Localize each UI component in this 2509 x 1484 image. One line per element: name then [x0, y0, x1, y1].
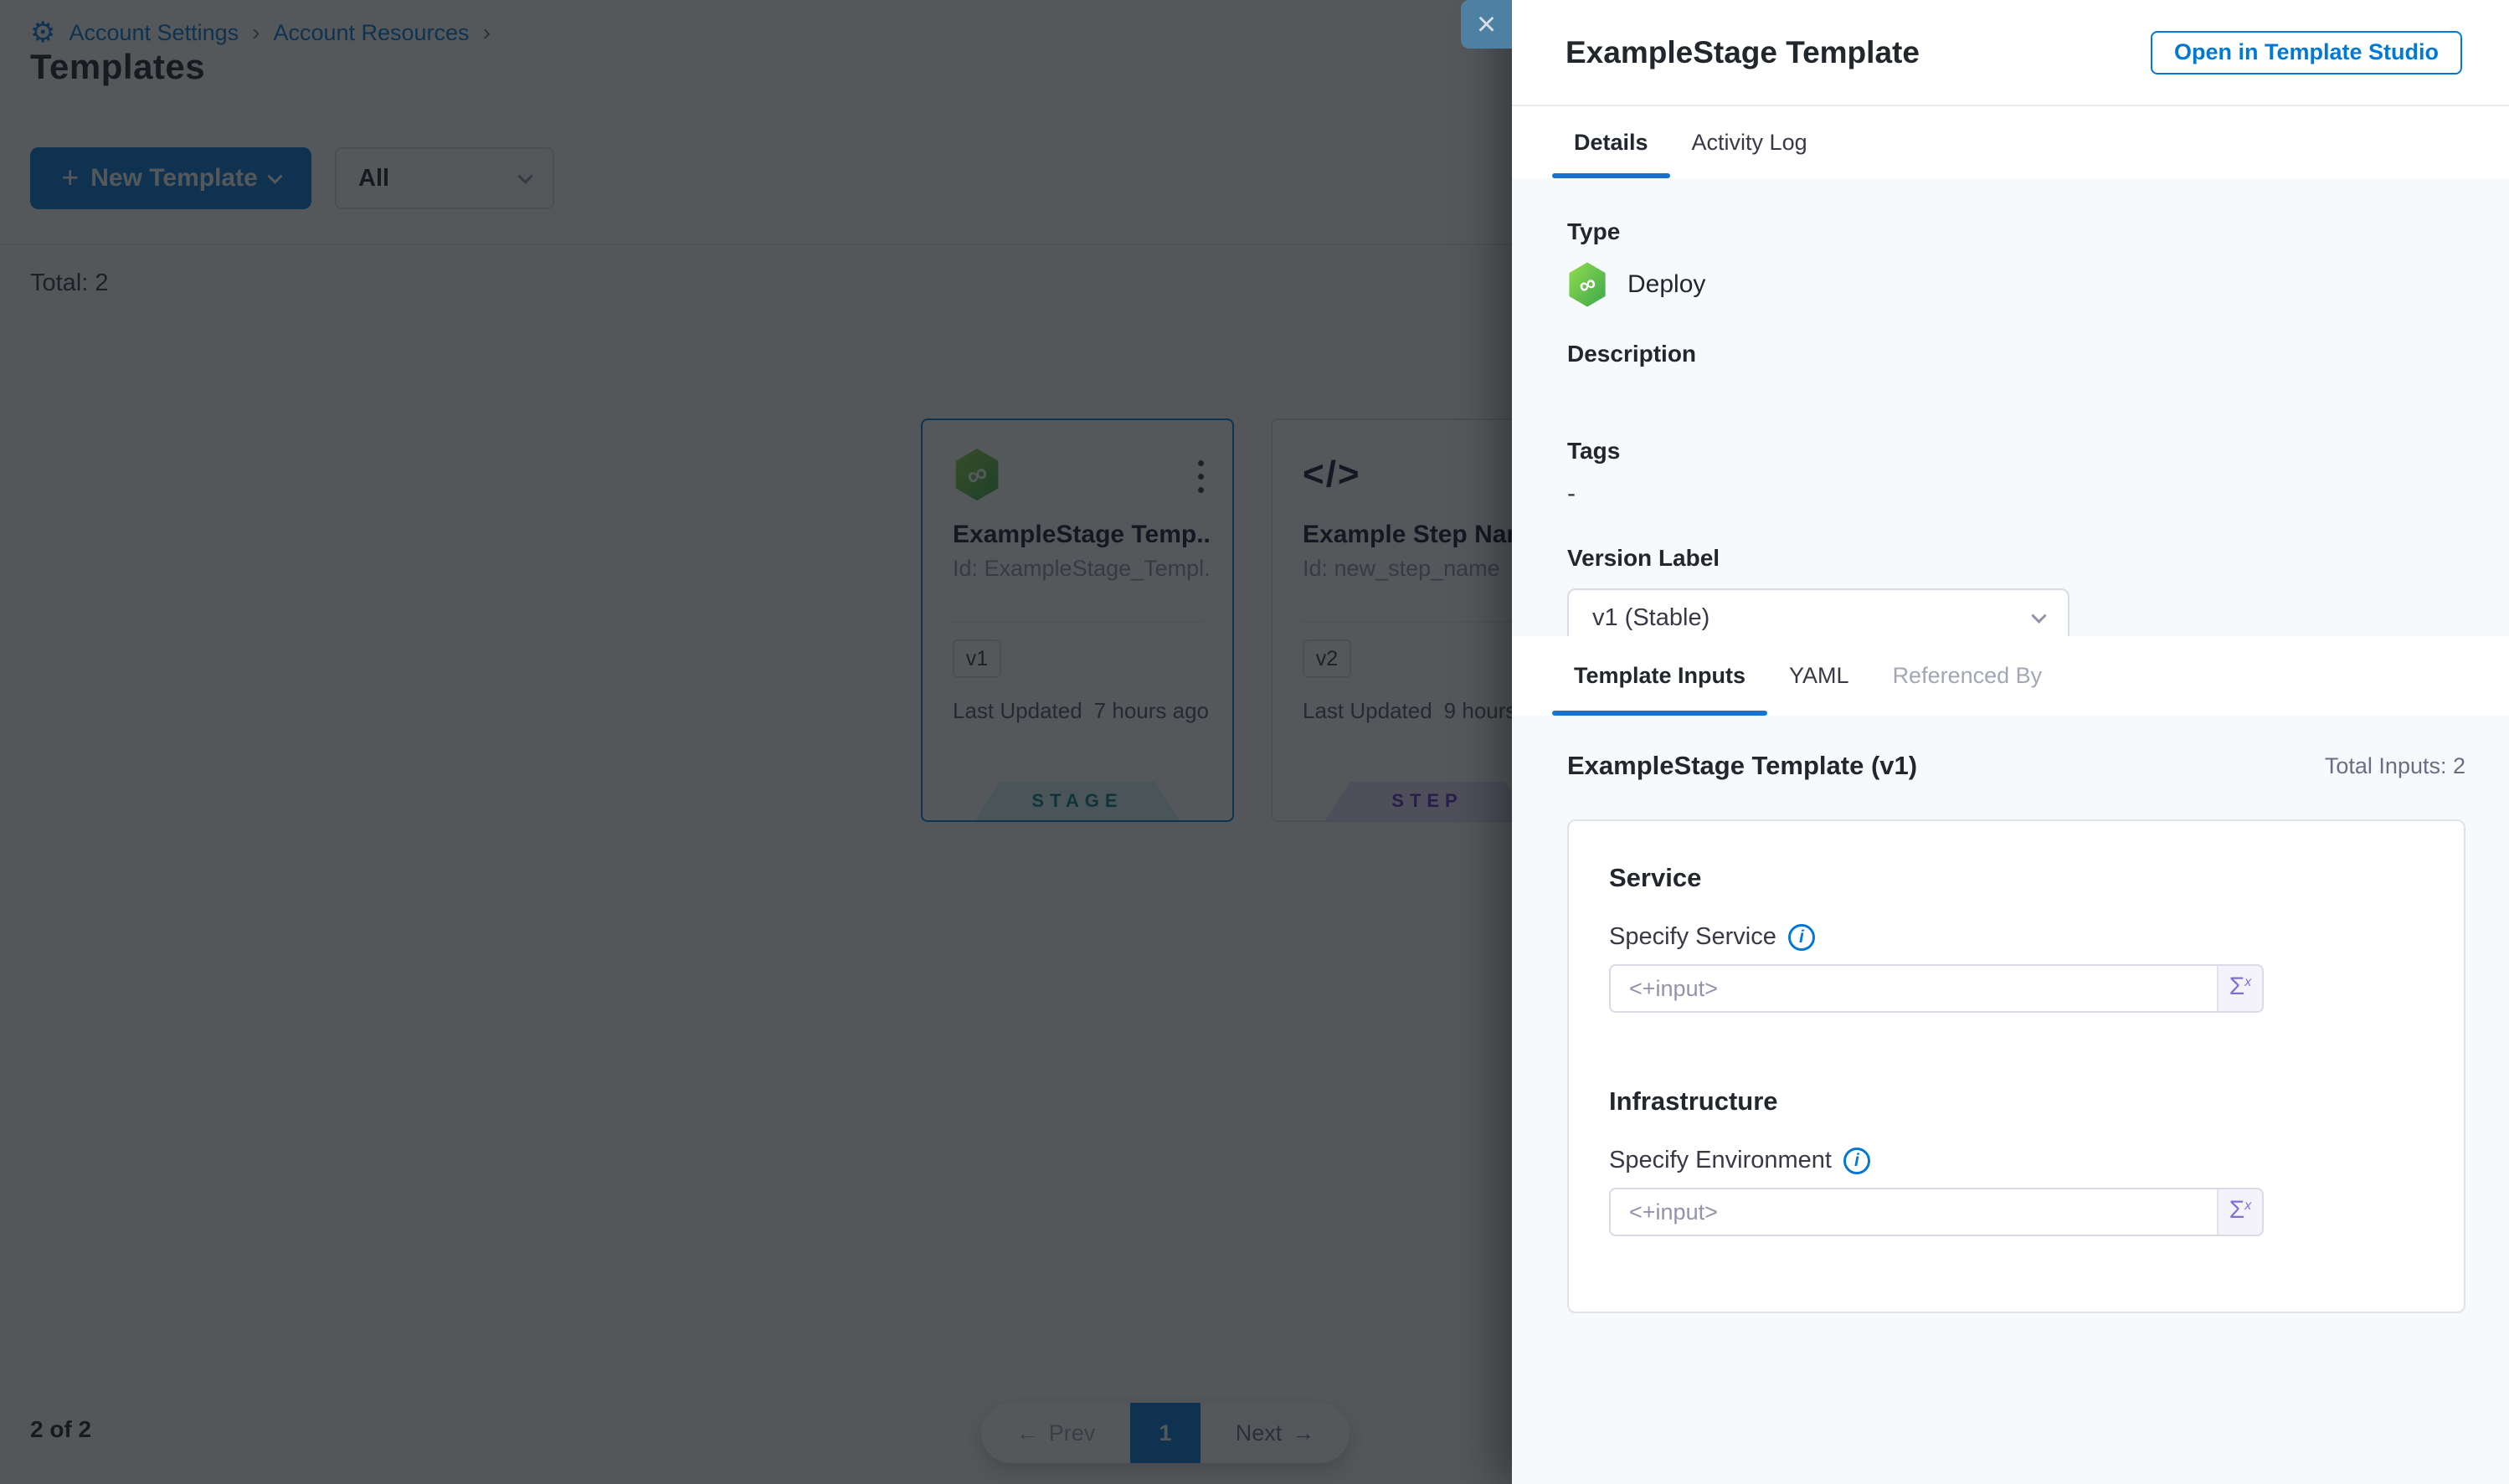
specify-service-label: Specify Service [1609, 923, 1776, 951]
template-details-drawer: × ExampleStage Template Open in Template… [1512, 0, 2509, 1484]
inputs-card: Service Specify Service i Σ x Infrastruc… [1567, 819, 2465, 1313]
version-select-value: v1 (Stable) [1592, 604, 1710, 632]
tab-activity-log[interactable]: Activity Log [1670, 106, 1829, 178]
tags-label: Tags [1567, 438, 2462, 465]
infrastructure-heading: Infrastructure [1609, 1086, 2424, 1117]
tab-template-inputs[interactable]: Template Inputs [1552, 636, 1767, 716]
tab-details[interactable]: Details [1552, 106, 1670, 178]
details-section: Type ∞ Deploy Description Tags - Version… [1512, 178, 2509, 636]
description-label: Description [1567, 341, 2462, 367]
expression-sigma-icon[interactable]: Σ x [2217, 1189, 2262, 1235]
service-input-group: Σ x [1609, 964, 2264, 1013]
tab-yaml[interactable]: YAML [1767, 636, 1871, 716]
drawer-inner-tabbar: Template Inputs YAML Referenced By [1512, 636, 2509, 716]
open-template-studio-button[interactable]: Open in Template Studio [2151, 31, 2462, 74]
tab-referenced-by[interactable]: Referenced By [1871, 636, 2064, 716]
inputs-heading: ExampleStage Template (v1) [1567, 751, 1917, 781]
total-inputs-label: Total Inputs: 2 [2325, 753, 2465, 779]
info-icon: i [1843, 1148, 1870, 1174]
drawer-title: ExampleStage Template [1566, 35, 1920, 70]
service-input[interactable] [1611, 966, 2217, 1011]
type-value-row: ∞ Deploy [1567, 262, 2462, 307]
tags-value: - [1567, 480, 2462, 508]
service-heading: Service [1609, 863, 2424, 893]
inputs-heading-row: ExampleStage Template (v1) Total Inputs:… [1567, 751, 2465, 781]
environment-input[interactable] [1611, 1189, 2217, 1235]
info-icon: i [1788, 924, 1815, 951]
type-value: Deploy [1627, 270, 1705, 299]
close-drawer-button[interactable]: × [1461, 0, 1512, 49]
specify-environment-label-row: Specify Environment i [1609, 1147, 2424, 1174]
expression-sigma-icon[interactable]: Σ x [2217, 966, 2262, 1011]
drawer-tabbar: Details Activity Log [1512, 106, 2509, 178]
specify-service-label-row: Specify Service i [1609, 923, 2424, 951]
close-icon: × [1477, 8, 1496, 41]
type-label: Type [1567, 218, 2462, 245]
version-label: Version Label [1567, 545, 2462, 572]
template-inputs-section: ExampleStage Template (v1) Total Inputs:… [1512, 716, 2509, 1484]
deploy-hexagon-icon: ∞ [1567, 262, 1607, 307]
drawer-header: ExampleStage Template Open in Template S… [1512, 0, 2509, 106]
app-root: ⚙ Account Settings › Account Resources ›… [0, 0, 2509, 1484]
environment-input-group: Σ x [1609, 1188, 2264, 1236]
specify-environment-label: Specify Environment [1609, 1147, 1832, 1174]
chevron-down-icon [2031, 608, 2046, 623]
